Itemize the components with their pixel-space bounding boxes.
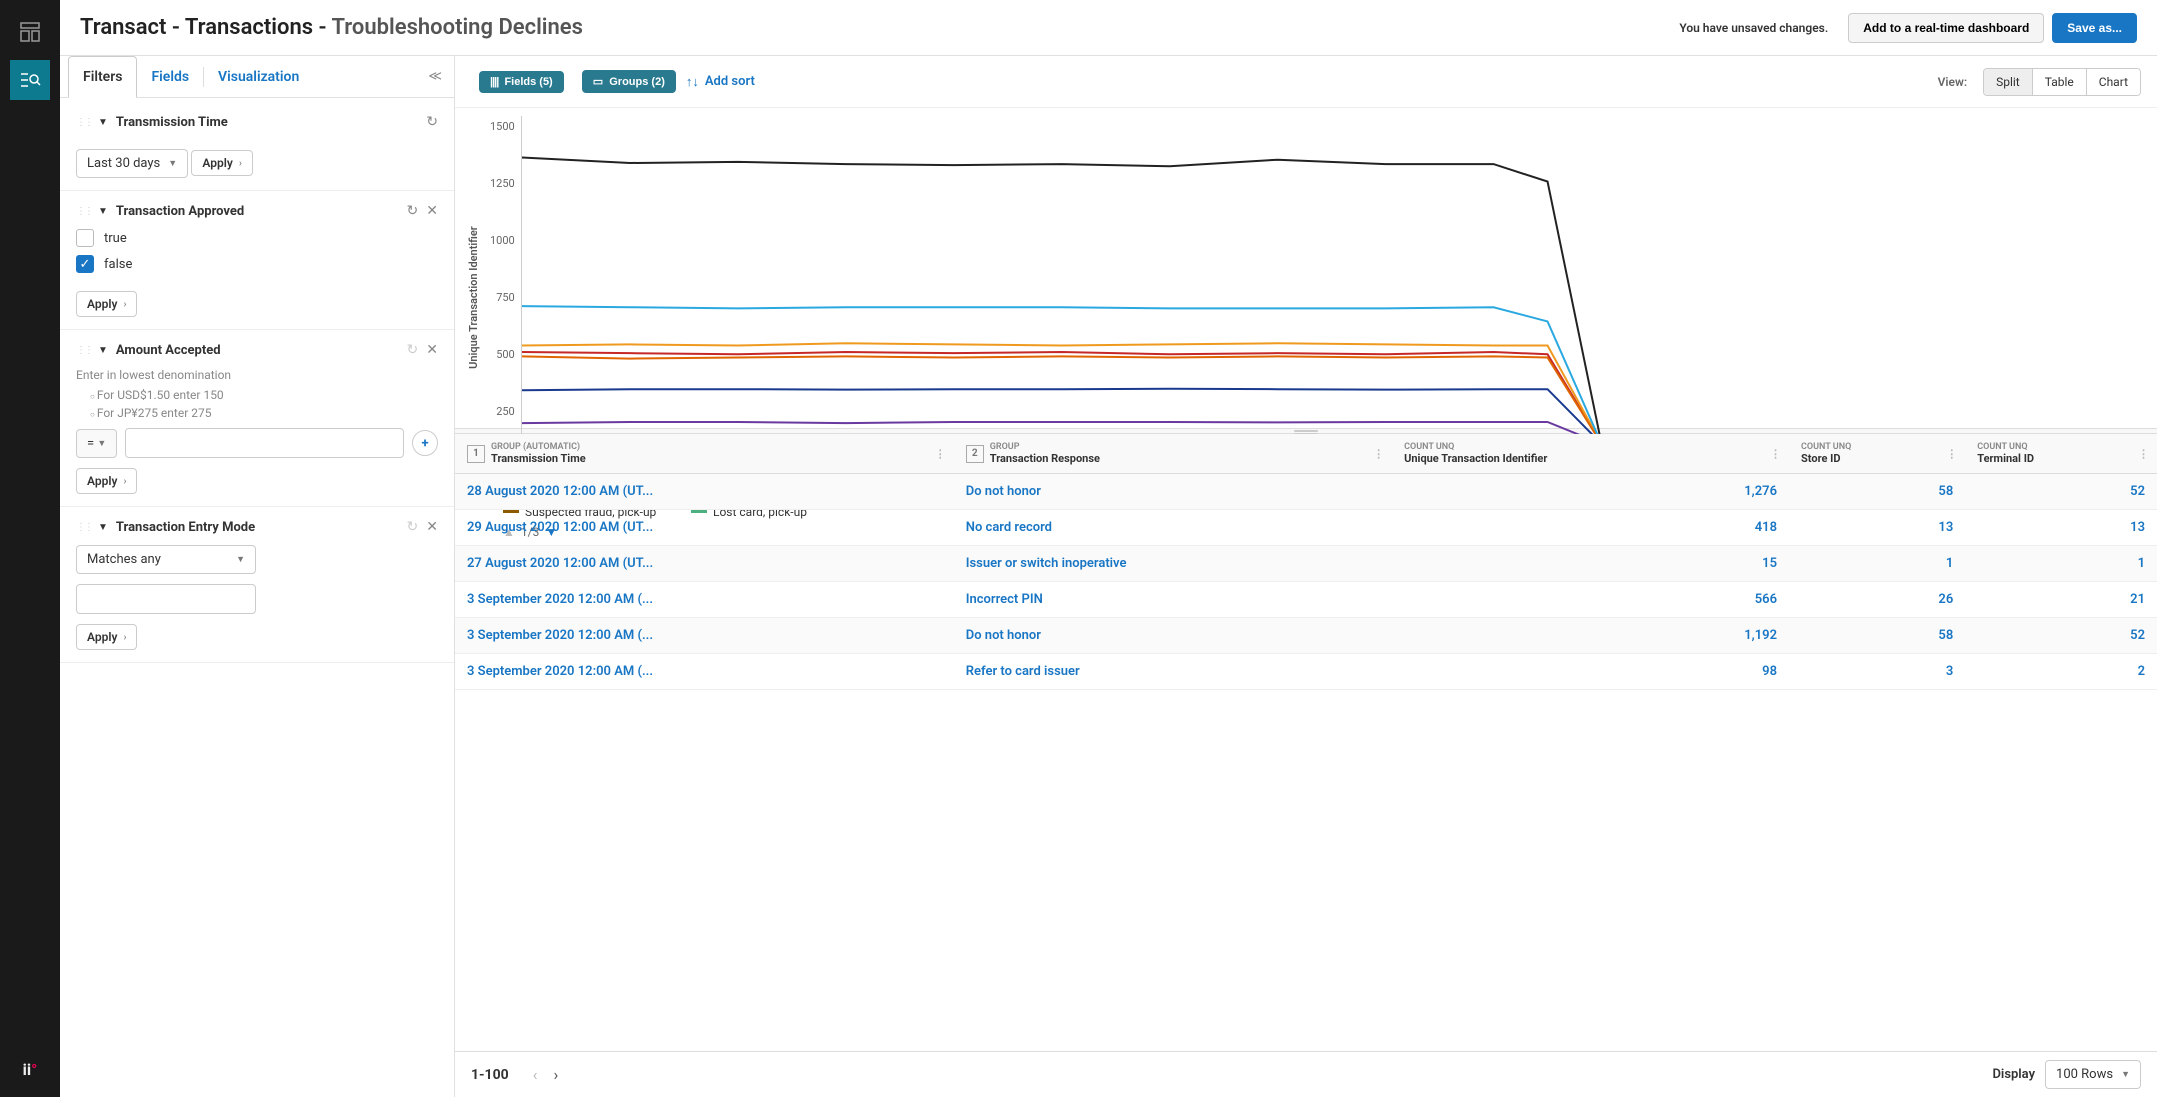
next-page-button[interactable]: ›	[553, 1065, 558, 1084]
filter-transaction-approved: ⋮⋮ ▼ Transaction Approved ↻ ✕ true ✓fals…	[60, 191, 454, 330]
remove-icon[interactable]: ✕	[426, 203, 438, 219]
drag-handle-icon[interactable]: ⋮⋮	[76, 206, 92, 217]
fields-button[interactable]: |||| Fields (5)	[479, 71, 564, 93]
column-header[interactable]: COUNT UNQUnique Transaction Identifier⋮	[1392, 434, 1789, 474]
tab-fields[interactable]: Fields	[137, 57, 203, 97]
add-sort-button[interactable]: ↑↓Add sort	[686, 74, 755, 90]
sort-icon: ↑↓	[686, 74, 699, 90]
column-menu-icon[interactable]: ⋮	[935, 447, 946, 460]
table-footer: 1-100 ‹ › Display 100 Rows▼	[455, 1051, 2157, 1097]
groups-button[interactable]: ▭ Groups (2)	[582, 70, 676, 93]
collapse-caret-icon[interactable]: ▼	[98, 117, 108, 128]
table-row[interactable]: 29 August 2020 12:00 AM (UT...No card re…	[455, 510, 2157, 546]
column-header[interactable]: 1GROUP (AUTOMATIC)Transmission Time⋮	[455, 434, 954, 474]
refresh-icon[interactable]: ↻	[426, 114, 438, 130]
collapse-caret-icon[interactable]: ▼	[98, 522, 108, 533]
filter-entry-mode: ⋮⋮ ▼ Transaction Entry Mode ↻ ✕ Matches …	[60, 507, 454, 663]
left-sidebar: Filters Fields Visualization ≪ ⋮⋮ ▼ Tran…	[60, 56, 455, 1097]
collapse-caret-icon[interactable]: ▼	[98, 206, 108, 217]
apply-button[interactable]: Apply›	[76, 468, 137, 494]
chart: Unique Transaction Identifier 1500125010…	[455, 108, 2157, 428]
table-row[interactable]: 28 August 2020 12:00 AM (UT...Do not hon…	[455, 474, 2157, 510]
nav-rail: ii°	[0, 0, 60, 1097]
table-row[interactable]: 3 September 2020 12:00 AM (...Refer to c…	[455, 654, 2157, 690]
column-menu-icon[interactable]: ⋮	[1946, 447, 1957, 460]
column-menu-icon[interactable]: ⋮	[1770, 447, 1781, 460]
save-as-button[interactable]: Save as...	[2052, 13, 2137, 43]
view-table-button[interactable]: Table	[2033, 69, 2087, 95]
column-header[interactable]: COUNT UNQStore ID⋮	[1789, 434, 1965, 474]
collapse-caret-icon[interactable]: ▼	[98, 345, 108, 356]
rail-dashboard-icon[interactable]	[10, 12, 50, 52]
unsaved-notice: You have unsaved changes.	[1679, 21, 1828, 35]
chevron-down-icon: ▼	[236, 554, 245, 565]
tab-filters[interactable]: Filters	[68, 56, 137, 98]
row-range: 1-100	[471, 1067, 509, 1083]
remove-icon[interactable]: ✕	[426, 342, 438, 358]
prev-page-button[interactable]: ‹	[533, 1065, 538, 1084]
data-table: 1GROUP (AUTOMATIC)Transmission Time⋮2GRO…	[455, 434, 2157, 1051]
checkbox-true[interactable]	[76, 229, 94, 247]
rows-per-page-select[interactable]: 100 Rows▼	[2045, 1060, 2141, 1089]
apply-button[interactable]: Apply›	[76, 624, 137, 650]
content-toolbar: |||| Fields (5) ▭ Groups (2) ↑↓Add sort …	[455, 56, 2157, 108]
drag-handle-icon[interactable]: ⋮⋮	[76, 522, 92, 533]
column-menu-icon[interactable]: ⋮	[1373, 447, 1384, 460]
add-condition-button[interactable]: +	[412, 430, 438, 456]
amount-input[interactable]	[125, 428, 404, 458]
entry-mode-input[interactable]	[76, 584, 256, 614]
view-split-button[interactable]: Split	[1984, 69, 2033, 95]
tab-visualization[interactable]: Visualization	[204, 57, 313, 97]
page-header: Transact - Transactions - Troubleshootin…	[60, 0, 2157, 56]
page-title: Transact - Transactions - Troubleshootin…	[80, 15, 583, 40]
table-row[interactable]: 3 September 2020 12:00 AM (...Do not hon…	[455, 618, 2157, 654]
time-range-select[interactable]: Last 30 days▼	[76, 149, 188, 178]
rail-logo-icon[interactable]: ii°	[10, 1049, 50, 1089]
apply-button[interactable]: Apply›	[191, 150, 252, 176]
column-menu-icon[interactable]: ⋮	[2138, 447, 2149, 460]
drag-handle-icon[interactable]: ⋮⋮	[76, 345, 92, 356]
apply-button[interactable]: Apply›	[76, 291, 137, 317]
view-chart-button[interactable]: Chart	[2087, 69, 2140, 95]
remove-icon[interactable]: ✕	[426, 519, 438, 535]
filter-amount-accepted: ⋮⋮ ▼ Amount Accepted ↻ ✕ Enter in lowest…	[60, 330, 454, 507]
refresh-icon[interactable]: ↻	[407, 342, 419, 358]
operator-select[interactable]: = ▼	[76, 429, 117, 458]
collapse-sidebar-icon[interactable]: ≪	[428, 69, 442, 84]
y-axis-label: Unique Transaction Identifier	[463, 116, 484, 479]
add-to-dashboard-button[interactable]: Add to a real-time dashboard	[1848, 13, 2044, 43]
drag-handle-icon[interactable]: ⋮⋮	[76, 117, 92, 128]
column-header[interactable]: 2GROUPTransaction Response⋮	[954, 434, 1392, 474]
chevron-down-icon: ▼	[168, 158, 177, 169]
match-mode-select[interactable]: Matches any▼	[76, 545, 256, 574]
table-row[interactable]: 3 September 2020 12:00 AM (...Incorrect …	[455, 582, 2157, 618]
refresh-icon[interactable]: ↻	[407, 519, 419, 535]
refresh-icon[interactable]: ↻	[407, 203, 419, 219]
table-row[interactable]: 27 August 2020 12:00 AM (UT...Issuer or …	[455, 546, 2157, 582]
checkbox-false[interactable]: ✓	[76, 255, 94, 273]
column-header[interactable]: COUNT UNQTerminal ID⋮	[1965, 434, 2157, 474]
filter-transmission-time: ⋮⋮ ▼ Transmission Time ↻ Last 30 days▼ A…	[60, 102, 454, 191]
y-ticks: 1500125010007505002500	[484, 116, 521, 479]
rail-explore-icon[interactable]	[10, 60, 50, 100]
